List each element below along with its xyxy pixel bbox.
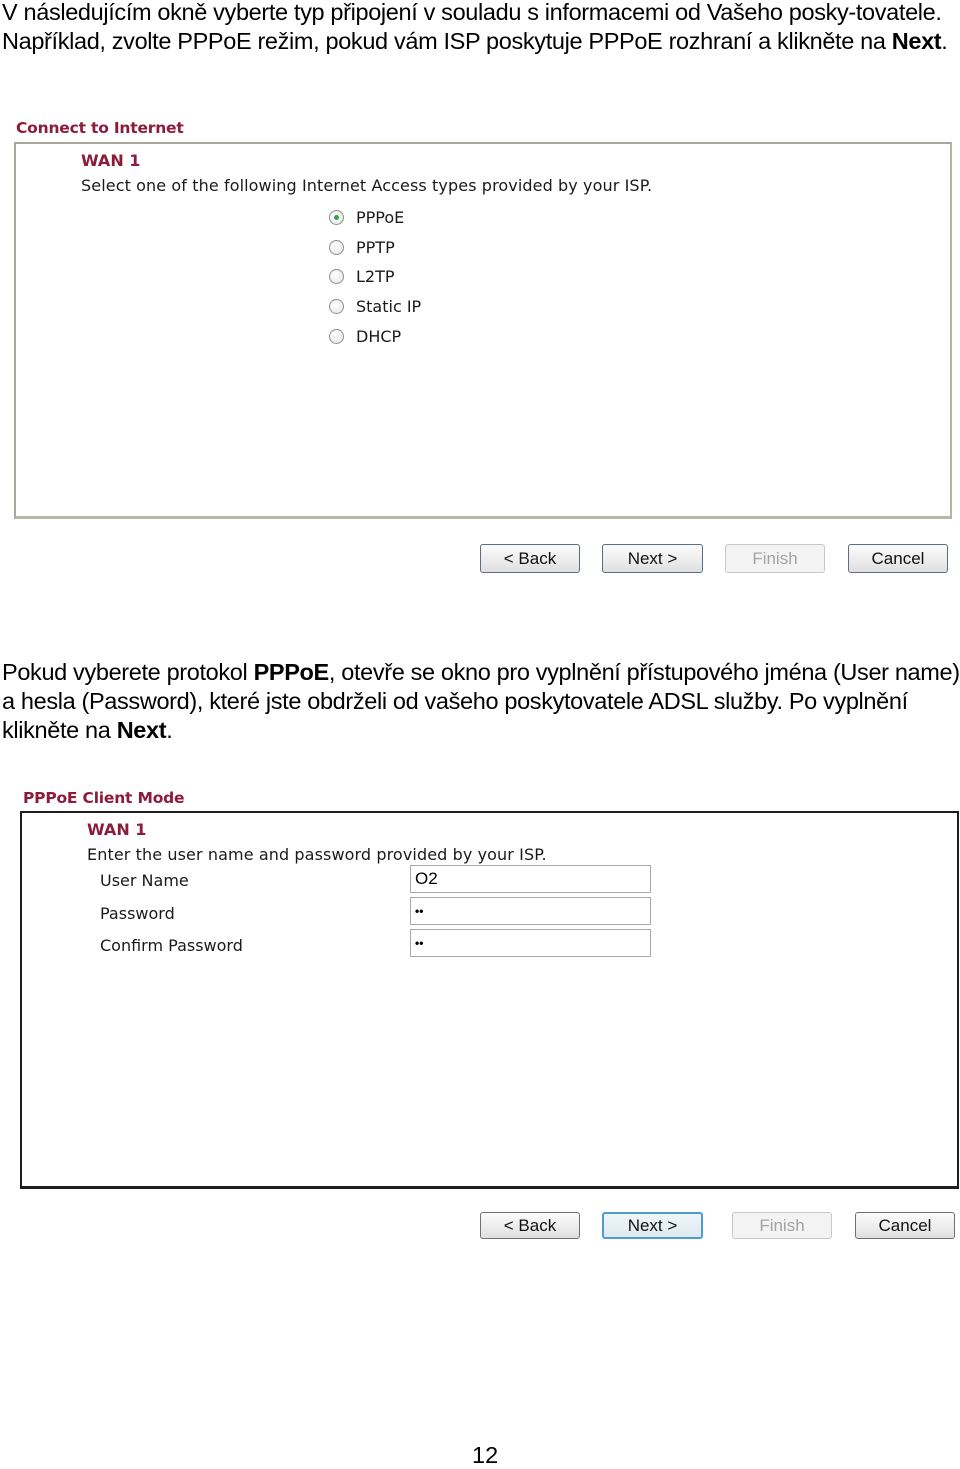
user-name-input[interactable] [410,865,651,893]
back-button[interactable]: < Back [480,544,580,573]
radio-option-static-ip[interactable]: Static IP [329,292,421,322]
password-input[interactable] [410,897,651,925]
connect-to-internet-title: Connect to Internet [16,119,184,137]
confirm-password-input[interactable] [410,929,651,957]
cancel-button[interactable]: Cancel [855,1212,955,1239]
radio-label: Static IP [356,297,422,317]
confirm-password-label: Confirm Password [100,935,243,955]
radio-option-dhcp[interactable]: DHCP [329,321,421,351]
radio-option-pppoe[interactable]: PPPoE [329,203,421,233]
middle-next-bold: Next [116,717,167,743]
next-button[interactable]: Next > [602,544,703,573]
radio-button[interactable] [329,239,344,255]
radio-button[interactable] [329,210,344,226]
intro-text: V následujícím okně vyberte typ připojen… [2,0,942,54]
pppoe-explanation-paragraph: Pokud vyberete protokol PPPoE, otevře se… [2,658,960,745]
radio-label: PPPoE [356,208,405,228]
confirm-password-row: Confirm Password [100,930,410,960]
pppoe-client-mode-title: PPPoE Client Mode [23,789,185,807]
radio-button[interactable] [329,299,344,315]
radio-label: L2TP [356,267,395,287]
cancel-button[interactable]: Cancel [848,544,948,573]
middle-pppoe-bold: PPPoE [253,659,330,685]
middle-text-3: . [166,717,173,743]
password-row: Password [100,898,410,928]
wan-label: WAN 1 [87,820,147,839]
intro-text-end: . [941,28,948,54]
access-type-radio-group: PPPoE PPTP L2TP Static IP DHCP [329,203,421,351]
radio-button[interactable] [329,328,344,344]
radio-label: PPTP [356,237,395,257]
intro-next-bold: Next [891,28,942,54]
next-button[interactable]: Next > [602,1212,703,1239]
page-number: 12 [472,1442,499,1468]
access-type-instruction: Select one of the following Internet Acc… [81,176,653,195]
pppoe-client-mode-panel: WAN 1 Enter the user name and password p… [20,811,959,1189]
user-name-label: User Name [100,870,189,890]
middle-text-1: Pokud vyberete protokol [2,659,254,685]
radio-label: DHCP [356,326,402,346]
user-name-row: User Name [100,865,410,895]
finish-button[interactable]: Finish [725,544,825,573]
intro-paragraph: V následujícím okně vyberte typ připojen… [2,0,960,56]
finish-button[interactable]: Finish [732,1212,832,1239]
radio-option-l2tp[interactable]: L2TP [329,262,421,292]
connect-to-internet-panel: WAN 1 Select one of the following Intern… [14,142,952,519]
radio-button[interactable] [329,269,344,285]
credentials-instruction: Enter the user name and password provide… [87,845,547,864]
wan-label: WAN 1 [81,151,141,170]
radio-option-pptp[interactable]: PPTP [329,233,421,263]
back-button[interactable]: < Back [480,1212,580,1239]
password-label: Password [100,903,175,923]
